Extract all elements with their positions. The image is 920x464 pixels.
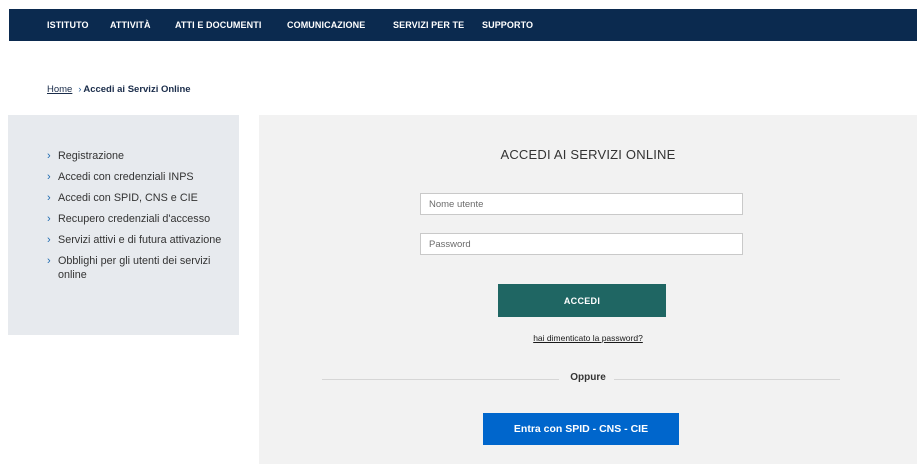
nav-item-servizi-per-te[interactable]: SERVIZI PER TE: [393, 9, 464, 41]
username-input[interactable]: [420, 193, 743, 215]
sidebar-item-obblighi-utenti[interactable]: › Obblighi per gli utenti dei servizi onl…: [47, 254, 232, 282]
top-navigation-bar: ISTITUTO ATTIVITÀ ATTI E DOCUMENTI COMUN…: [9, 9, 917, 41]
sidebar-item-recupero-credenziali[interactable]: › Recupero credenziali d'accesso: [47, 212, 232, 226]
sidebar-item-label: Accedi con credenziali INPS: [58, 171, 194, 183]
chevron-right-icon: ›: [47, 171, 51, 183]
sidebar-menu: › Registrazione › Accedi con credenziali I…: [8, 115, 239, 335]
sidebar-item-label: Registrazione: [58, 150, 125, 162]
divider-oppure: Oppure: [259, 372, 917, 383]
breadcrumb-home-link[interactable]: Home: [47, 84, 72, 95]
chevron-right-icon: ›: [47, 234, 51, 246]
nav-item-atti-e-documenti[interactable]: ATTI E DOCUMENTI: [175, 9, 261, 41]
chevron-right-icon: ›: [47, 255, 51, 267]
sidebar-item-servizi-attivi[interactable]: › Servizi attivi e di futura attivazione: [47, 233, 232, 247]
sidebar-item-credenziali-inps[interactable]: › Accedi con credenziali INPS: [47, 170, 232, 184]
nav-item-attivita[interactable]: ATTIVITÀ: [110, 9, 151, 41]
accedi-button[interactable]: ACCEDI: [498, 284, 666, 317]
chevron-right-icon: ›: [47, 213, 51, 225]
breadcrumb-chevron-icon: ›: [78, 84, 82, 94]
chevron-right-icon: ›: [47, 192, 51, 204]
chevron-right-icon: ›: [47, 150, 51, 162]
sidebar-item-spid-cns-cie[interactable]: › Accedi con SPID, CNS e CIE: [47, 191, 232, 205]
nav-item-istituto[interactable]: ISTITUTO: [47, 9, 89, 41]
nav-item-comunicazione[interactable]: COMUNICAZIONE: [287, 9, 365, 41]
login-title: ACCEDI AI SERVIZI ONLINE: [500, 147, 676, 162]
login-panel: ACCEDI AI SERVIZI ONLINE ACCEDI hai dime…: [259, 115, 917, 464]
nav-item-supporto[interactable]: SUPPORTO: [482, 9, 533, 41]
breadcrumb-current-page: Accedi ai Servizi Online: [83, 84, 191, 95]
sidebar-item-label: Recupero credenziali d'accesso: [58, 213, 211, 225]
spid-login-button[interactable]: Entra con SPID - CNS - CIE: [483, 413, 679, 445]
sidebar-item-registrazione[interactable]: › Registrazione: [47, 149, 232, 163]
breadcrumb: Home › Accedi ai Servizi Online: [47, 84, 191, 95]
forgot-password-link[interactable]: hai dimenticato la password?: [259, 333, 917, 343]
sidebar-item-label: Obblighi per gli utenti dei servizi onli…: [58, 255, 211, 281]
sidebar-item-label: Accedi con SPID, CNS e CIE: [58, 192, 198, 204]
password-input[interactable]: [420, 233, 743, 255]
sidebar-item-label: Servizi attivi e di futura attivazione: [58, 234, 222, 246]
divider-label: Oppure: [562, 372, 614, 383]
